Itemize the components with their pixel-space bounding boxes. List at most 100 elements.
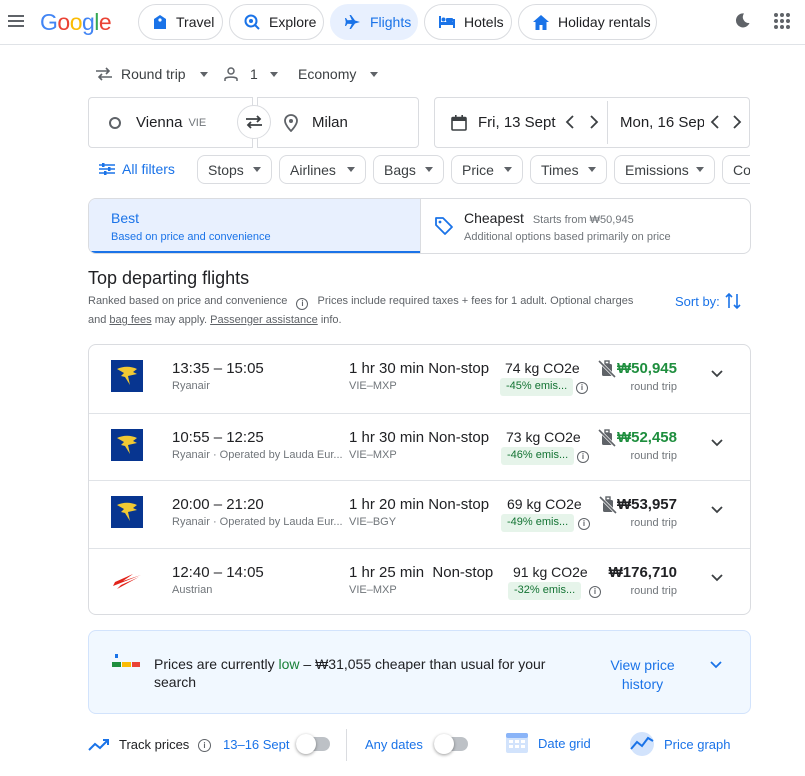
emissions-info-icon[interactable]: i [589,586,601,598]
insight-prefix: Prices are currently [154,656,275,672]
co2-amount: 73 kg CO2e [506,429,581,445]
flight-row[interactable]: 10:55 – 12:25 Ryanair · Operated by Laud… [89,413,750,481]
price-graph-button[interactable]: Price graph [628,731,730,757]
bottom-divider [346,729,347,761]
view-price-label-2: history [621,676,664,692]
dark-theme-icon[interactable] [735,13,750,28]
filter-bags[interactable]: Bags [373,155,444,184]
filter-stops-label: Stops [208,161,244,178]
flight-row[interactable]: 20:00 – 21:20 Ryanair · Operated by Laud… [89,480,750,548]
bag-fees-link[interactable]: bag fees [109,314,151,326]
expand-chevron-icon[interactable] [710,438,724,448]
nav-travel-label: Travel [176,14,215,30]
flight-price: ₩176,710 [608,564,677,581]
tab-best[interactable]: Best Based on price and convenience [89,199,420,253]
filter-times[interactable]: Times [530,155,607,184]
all-filters-label: All filters [122,161,175,177]
view-price-history-link[interactable]: View price history [589,656,696,694]
passenger-assistance-link[interactable]: Passenger assistance [210,314,318,326]
cabin-class-select[interactable]: Economy [298,66,379,82]
nav-explore[interactable]: Explore [229,4,324,40]
emissions-info-icon[interactable]: i [576,382,588,394]
results-ranking-note: Ranked based on price and convenience i … [88,295,633,310]
expand-insight-icon[interactable] [709,660,723,670]
insight-level: low [278,656,300,672]
expand-chevron-icon[interactable] [710,505,724,515]
expand-chevron-icon[interactable] [710,573,724,583]
price-type: round trip [630,450,677,462]
departure-prev-icon[interactable] [565,114,575,130]
origin-input[interactable]: Vienna VIE [88,97,253,148]
flight-row[interactable]: 13:35 – 15:05 Ryanair 1 hr 30 min Non-st… [89,345,750,413]
destination-input[interactable]: Milan [257,97,419,148]
sort-by-button[interactable]: Sort by: [675,292,741,310]
ryanair-logo [111,360,143,392]
flight-times: 20:00 – 21:20 [172,496,264,513]
filter-airlines[interactable]: Airlines [279,155,366,184]
filter-stops[interactable]: Stops [197,155,272,184]
flight-row[interactable]: 12:40 – 14:05 Austrian 1 hr 25 min Non-s… [89,548,750,616]
sort-arrows-icon [725,292,741,310]
departure-date[interactable]: Fri, 13 Sept [478,114,556,131]
nav-explore-label: Explore [269,14,317,30]
flight-times: 13:35 – 15:05 [172,360,264,377]
main-menu-icon[interactable] [8,14,24,28]
passengers-count: 1 [250,66,258,82]
google-apps-icon[interactable] [774,13,790,29]
swap-icon [246,115,262,129]
filter-price-label: Price [462,161,494,178]
departure-next-icon[interactable] [589,114,599,130]
flight-price: ₩52,458 [616,429,677,446]
flight-duration: 1 hr 30 min Non-stop [349,429,489,446]
date-grid-button[interactable]: Date grid [505,731,591,755]
expand-chevron-icon[interactable] [710,369,724,379]
flight-price: ₩50,945 [616,360,677,377]
flight-price: ₩53,957 [616,496,677,513]
filter-price[interactable]: Price [451,155,523,184]
ranking-info-icon[interactable]: i [296,298,309,310]
tracked-date-range: 13–16 Sept [223,737,290,752]
emissions-info-icon[interactable]: i [577,451,589,463]
cabin-class-label: Economy [298,66,357,82]
trip-type-select[interactable]: Round trip [96,66,208,82]
trend-icon [88,738,110,752]
all-filters-button[interactable]: All filters [99,161,175,177]
nav-holiday-rentals[interactable]: Holiday rentals [518,4,657,40]
note-and: and [88,314,107,326]
nav-flights-label: Flights [370,14,412,30]
nav-hotels[interactable]: Hotels [424,4,512,40]
filter-connecting-label: Co [733,161,751,178]
no-carry-on-bag-icon[interactable] [598,360,616,378]
track-prices-info-icon[interactable]: i [198,739,211,752]
filter-emissions[interactable]: Emissions [614,155,715,184]
any-dates-toggle[interactable] [434,734,468,754]
origin-city: Vienna [136,114,183,131]
filter-airlines-label: Airlines [290,161,336,178]
swap-origin-destination-button[interactable] [237,105,271,139]
return-date[interactable]: Mon, 16 Sept [620,114,704,131]
return-next-icon[interactable] [732,114,742,130]
emissions-info-icon[interactable]: i [578,518,590,530]
tab-cheapest[interactable]: Cheapest Starts from ₩50,945 Additional … [420,199,750,253]
nav-flights[interactable]: Flights [330,4,418,40]
swap-arrows-icon [96,67,112,81]
filter-emissions-label: Emissions [625,161,689,178]
price-level-icon [112,654,140,670]
duration-text: 1 hr 25 min [349,564,425,581]
nav-holiday-rentals-label: Holiday rentals [558,14,651,30]
no-carry-on-bag-icon[interactable] [599,496,617,514]
no-carry-on-bag-icon[interactable] [598,429,616,447]
destination-city: Milan [312,114,348,131]
airline-name: Ryanair [172,380,210,392]
ryanair-logo [111,496,143,528]
passengers-select[interactable]: 1 [224,66,278,82]
return-prev-icon[interactable] [710,114,720,130]
view-price-label-1: View price [610,657,675,673]
google-logo[interactable]: Google [40,9,112,36]
origin-circle-icon [109,116,121,129]
nav-travel[interactable]: Travel [138,4,223,40]
flight-route: VIE–MXP [349,584,397,596]
price-type: round trip [630,517,677,529]
tab-cheapest-from: Starts from ₩50,945 [532,214,634,226]
track-dates-toggle[interactable] [296,734,330,754]
